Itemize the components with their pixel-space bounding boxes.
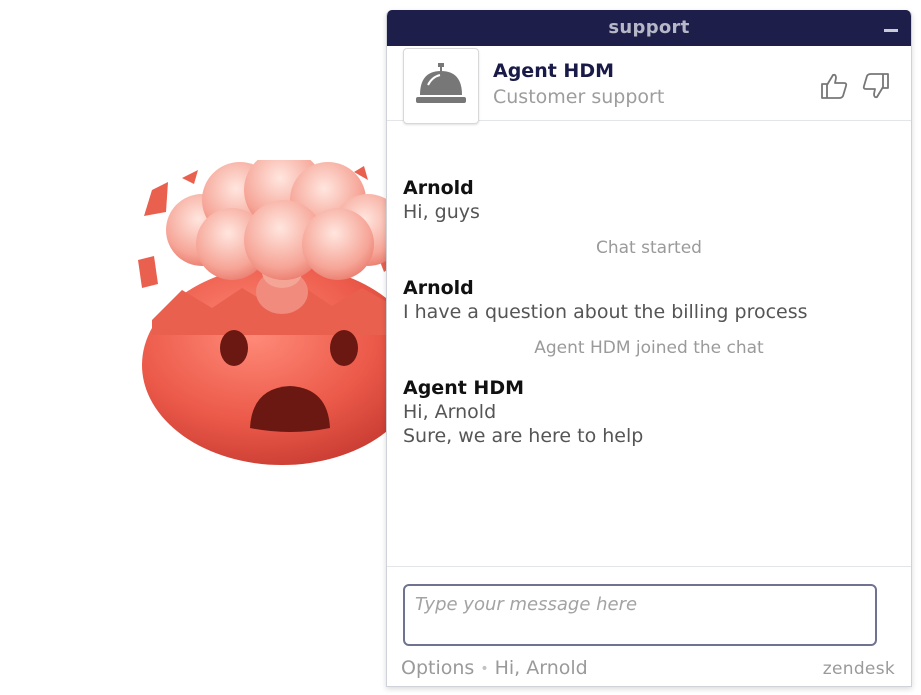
zendesk-logo[interactable]: zendesk: [823, 659, 895, 679]
thumbs-up-icon: [821, 73, 848, 99]
message-item: Arnold I have a question about the billi…: [403, 276, 808, 324]
system-message: Chat started: [596, 238, 702, 258]
message-list: Arnold Hi, guys Chat started Arnold I ha…: [387, 122, 911, 566]
composer-area: Options • Hi, Arnold zendesk: [387, 566, 911, 686]
agent-role: Customer support: [493, 86, 665, 108]
message-sender: Arnold: [403, 177, 474, 199]
message-text: Hi, guys: [403, 201, 480, 223]
window-title: support: [608, 17, 690, 38]
titlebar: support: [387, 10, 911, 46]
message-item: Agent HDM Hi, Arnold Sure, we are here t…: [403, 376, 643, 448]
message-sender: Arnold: [403, 277, 474, 299]
agent-header: Agent HDM Customer support: [387, 46, 911, 124]
thumbs-down-icon: [862, 73, 889, 99]
message-item: Arnold Hi, guys: [403, 176, 480, 224]
message-sender: Agent HDM: [403, 377, 524, 399]
system-message: Agent HDM joined the chat: [534, 338, 764, 358]
options-link[interactable]: Options: [401, 657, 474, 679]
minimize-button[interactable]: [881, 10, 901, 46]
service-bell-icon: [416, 63, 466, 103]
avatar: [403, 48, 479, 124]
rate-negative-button[interactable]: [861, 72, 891, 100]
message-text: Hi, Arnold: [403, 401, 497, 423]
footer-separator: •: [480, 660, 489, 677]
message-text: I have a question about the billing proc…: [403, 301, 808, 323]
message-text: Sure, we are here to help: [403, 425, 644, 447]
rate-positive-button[interactable]: [819, 72, 849, 100]
chat-widget: support Agent HDM Customer support Arnol…: [386, 10, 912, 687]
footer-status: Hi, Arnold: [494, 657, 588, 679]
widget-footer: Options • Hi, Arnold zendesk: [401, 657, 895, 683]
agent-name: Agent HDM: [493, 60, 614, 82]
message-input[interactable]: [403, 584, 877, 646]
